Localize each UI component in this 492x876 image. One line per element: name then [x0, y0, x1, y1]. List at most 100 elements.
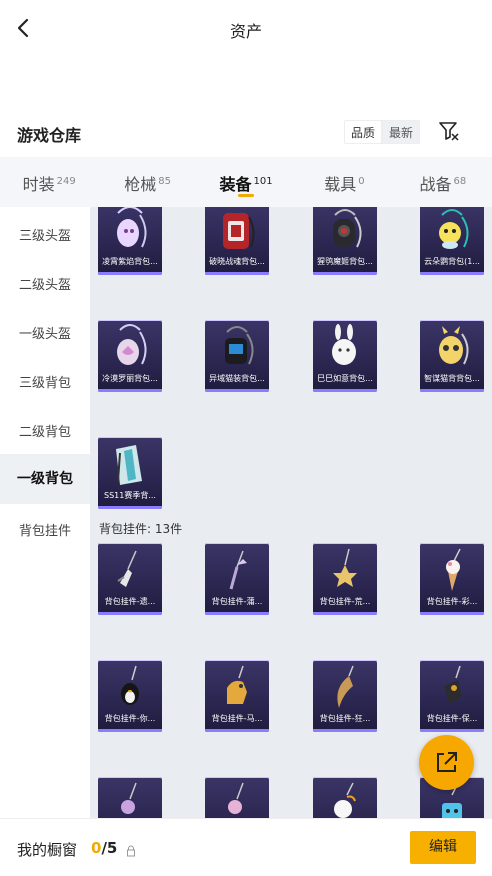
item-thumbnail: 猩鸮魔姬背包...	[313, 207, 377, 275]
tab-count: 101	[253, 176, 273, 187]
edit-button[interactable]: 编辑	[410, 831, 476, 864]
lock-icon	[126, 842, 136, 857]
external-link-icon	[437, 752, 457, 772]
category-tabs: 时装 249 枪械 85 装备 101 载具 0 战备 68	[0, 157, 492, 207]
showcase-title: 我的橱窗	[17, 841, 78, 859]
pendant-icon	[334, 782, 356, 818]
sort-toggle: 品质 最新	[344, 120, 421, 144]
warehouse-title: 游戏仓库	[17, 126, 82, 145]
item-card[interactable]: 背包挂件-彩...	[420, 543, 484, 615]
item-card[interactable]	[205, 777, 269, 818]
item-caption: SS11赛季背...	[104, 491, 156, 500]
item-caption: 智谋猫背背包...	[424, 374, 480, 383]
item-card[interactable]: 猩鸮魔姬背包...	[313, 207, 377, 275]
item-card[interactable]: 凌霄紫焰背包...	[98, 207, 162, 275]
tab-equipment[interactable]: 装备 101	[197, 157, 295, 207]
item-thumbnail: 背包挂件-你...	[98, 660, 162, 732]
backpack-icon	[439, 209, 469, 249]
pendant-icon	[337, 665, 354, 708]
item-caption: 背包挂件-遗...	[104, 597, 156, 606]
active-tab-indicator	[238, 194, 255, 197]
item-caption: 背包挂件-保...	[426, 714, 478, 723]
tab-label: 枪械	[124, 175, 157, 194]
backpack-icon	[333, 209, 362, 248]
item-card[interactable]: 背包挂件-你...	[98, 660, 162, 732]
backpack-icon	[117, 207, 147, 248]
backpack-icon	[439, 326, 469, 365]
tab-count: 85	[158, 176, 171, 187]
sidebar-item-level2-backpack[interactable]: 二级背包	[0, 421, 90, 440]
sidebar-item-level2-helmet[interactable]: 二级头盔	[0, 274, 90, 293]
item-caption: 背包挂件-蒲...	[211, 597, 263, 606]
item-card[interactable]: 背包挂件-马...	[205, 660, 269, 732]
item-caption: 凌霄紫焰背包...	[102, 257, 158, 266]
item-grid: 凌霄紫焰背包... 破晓战魂背包... 猩鸮魔姬背包... 云朵鹦背包(1...	[90, 207, 492, 818]
item-caption: 背包挂件-马...	[211, 714, 263, 723]
showcase-count-current: 0	[91, 839, 102, 857]
pendant-icon	[444, 665, 462, 704]
item-caption: 冷漠罗丽背包...	[102, 374, 158, 383]
item-card[interactable]: 破晓战魂背包...	[205, 207, 269, 275]
backpack-icon	[225, 326, 254, 365]
item-card[interactable]	[98, 777, 162, 818]
item-card[interactable]: 云朵鹦背包(1...	[420, 207, 484, 275]
top-bar: 资产	[0, 0, 492, 58]
pendant-icon	[229, 550, 247, 590]
item-caption: 背包挂件-荒...	[319, 597, 371, 606]
sort-latest-button[interactable]: 最新	[382, 120, 421, 144]
backpack-icon	[332, 324, 356, 365]
pendant-icon	[121, 665, 139, 705]
item-thumbnail	[98, 777, 162, 818]
item-card[interactable]: 冷漠罗丽背包...	[98, 320, 162, 392]
item-caption: 异域猫装背包...	[209, 374, 265, 383]
sidebar-item-level3-backpack[interactable]: 三级背包	[0, 372, 90, 391]
sidebar-item-level1-helmet[interactable]: 一级头盔	[0, 323, 90, 342]
item-card[interactable]: 智谋猫背背包...	[420, 320, 484, 392]
filter-icon[interactable]	[438, 120, 460, 142]
item-caption: 背包挂件-彩...	[426, 597, 478, 606]
item-caption: 猩鸮魔姬背包...	[317, 257, 373, 266]
item-thumbnail: 背包挂件-蒲...	[205, 543, 269, 615]
item-thumbnail: 破晓战魂背包...	[205, 207, 269, 275]
tab-vehicles[interactable]: 载具 0	[295, 157, 393, 207]
tab-count: 249	[56, 176, 76, 187]
sidebar-item-level1-backpack[interactable]: 一级背包	[0, 454, 90, 504]
item-thumbnail: 巳巳如意背包...	[313, 320, 377, 392]
item-thumbnail: 背包挂件-彩...	[420, 543, 484, 615]
item-card[interactable]: 背包挂件-遗...	[98, 543, 162, 615]
item-thumbnail: 智谋猫背背包...	[420, 320, 484, 392]
item-thumbnail	[313, 777, 377, 818]
item-thumbnail: 背包挂件-保...	[420, 660, 484, 732]
backpack-icon	[117, 324, 147, 365]
item-caption: 巳巳如意背包...	[317, 374, 373, 383]
item-card[interactable]: 背包挂件-荒...	[313, 543, 377, 615]
tab-guns[interactable]: 枪械 85	[98, 157, 196, 207]
pendant-icon	[446, 548, 461, 591]
item-card[interactable]: 背包挂件-蒲...	[205, 543, 269, 615]
item-card[interactable]: 巳巳如意背包...	[313, 320, 377, 392]
sidebar-item-level3-helmet[interactable]: 三级头盔	[0, 225, 90, 244]
item-card[interactable]: 背包挂件-狂...	[313, 660, 377, 732]
item-thumbnail: 云朵鹦背包(1...	[420, 207, 484, 275]
showcase-count-total: /5	[101, 839, 118, 857]
assets-page: 资产 游戏仓库 品质 最新 时装 249 枪械 85 装备 101 载具 0 战备 68 …	[0, 0, 492, 876]
item-thumbnail: 背包挂件-马...	[205, 660, 269, 732]
item-caption: 背包挂件-狂...	[319, 714, 371, 723]
item-thumbnail: 背包挂件-狂...	[313, 660, 377, 732]
tab-supplies[interactable]: 战备 68	[394, 157, 492, 207]
item-caption: 背包挂件-你...	[104, 714, 156, 723]
tab-label: 装备	[219, 175, 252, 194]
tab-label: 载具	[324, 175, 357, 194]
tab-count: 68	[453, 176, 467, 187]
sort-quality-button[interactable]: 品质	[344, 120, 383, 144]
sidebar-item-backpack-pendant[interactable]: 背包挂件	[0, 520, 90, 539]
tab-fashion[interactable]: 时装 249	[0, 157, 98, 207]
item-thumbnail: SS11赛季背...	[98, 437, 162, 509]
pendant-icon	[121, 782, 137, 814]
share-fab-button[interactable]	[419, 735, 474, 790]
item-card[interactable]: 异域猫装背包...	[205, 320, 269, 392]
item-card[interactable]: SS11赛季背...	[98, 437, 162, 509]
item-thumbnail: 凌霄紫焰背包...	[98, 207, 162, 275]
item-card[interactable]	[313, 777, 377, 818]
item-card[interactable]: 背包挂件-保...	[420, 660, 484, 732]
